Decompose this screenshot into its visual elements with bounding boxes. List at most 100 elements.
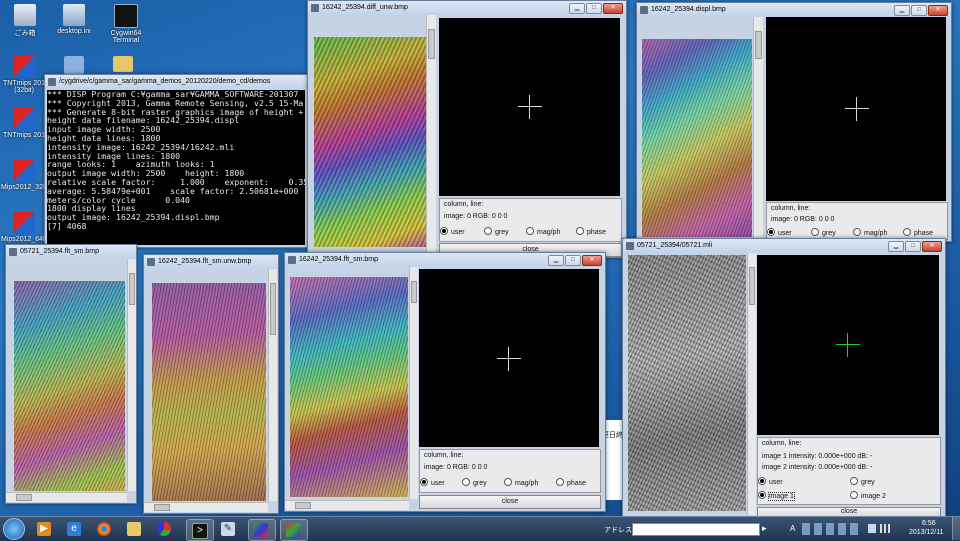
- desktop-icon-label: desktop.ini: [57, 28, 91, 35]
- flt-sm-unw-title-bar[interactable]: 16242_25394.flt_sm.unw.bmp: [144, 255, 278, 269]
- flt-sm-1-window[interactable]: 05721_25394.flt_sm.bmp: [5, 244, 137, 504]
- tray-icons[interactable]: [802, 523, 862, 535]
- minimize-button[interactable]: ▁: [888, 241, 904, 252]
- mli-image[interactable]: [628, 255, 746, 511]
- tntmips-64-icon[interactable]: TNTmips 201: [0, 108, 48, 139]
- flt-sm-1-vscrollbar[interactable]: [127, 259, 136, 491]
- desktop-ini-icon[interactable]: desktop.ini: [50, 4, 98, 35]
- mips2012-64-icon[interactable]: Mips2012_64b: [0, 212, 48, 243]
- terminal-icon: [114, 4, 138, 28]
- folder-icon[interactable]: [113, 56, 133, 72]
- radio-grey[interactable]: grey: [462, 478, 487, 487]
- network-icon[interactable]: [880, 524, 890, 533]
- displ-window[interactable]: 16242_25394.displ.bmp ▁ □ ✕ column, line: …: [636, 2, 952, 242]
- diff-unw-zoom-view[interactable]: [439, 18, 620, 196]
- radio-magph[interactable]: mag/ph: [853, 228, 887, 237]
- address-input[interactable]: [632, 523, 760, 536]
- show-desktop-button[interactable]: [952, 517, 960, 540]
- radio-phase[interactable]: phase: [576, 227, 606, 236]
- radio-image2[interactable]: image 2: [850, 491, 886, 500]
- radio-phase[interactable]: phase: [556, 478, 586, 487]
- radio-grey[interactable]: grey: [811, 228, 836, 237]
- close-window-button[interactable]: ✕: [582, 255, 602, 266]
- mli-title-bar[interactable]: 05721_25394/05721.mli ▁ □ ✕: [623, 239, 945, 253]
- displ-image[interactable]: [642, 39, 752, 237]
- cygwin-terminal-icon[interactable]: Cygwin64 Terminal: [102, 4, 150, 44]
- maximize-button[interactable]: □: [586, 3, 602, 14]
- radio-image1[interactable]: image 1: [758, 491, 795, 501]
- recycle-bin-icon[interactable]: ごみ箱: [1, 4, 49, 38]
- displ-zoom-view[interactable]: [766, 17, 946, 201]
- crosshair-icon: [836, 333, 860, 357]
- taskbar-chrome[interactable]: [92, 519, 118, 539]
- ime-indicator[interactable]: A: [790, 524, 795, 533]
- flt-sm-2-zoom-view[interactable]: [419, 269, 599, 447]
- maximize-button[interactable]: □: [911, 5, 927, 16]
- radio-user[interactable]: user: [758, 477, 783, 486]
- flt-sm-1-image[interactable]: [14, 281, 125, 491]
- minimize-button[interactable]: ▁: [569, 3, 585, 14]
- taskbar-app-pie[interactable]: [152, 519, 178, 539]
- taskbar-editor[interactable]: ✎: [216, 519, 242, 539]
- mli-info-panel: column, line: image 1 intensity: 0.000e+…: [757, 437, 941, 505]
- flt-sm-1-title: 05721_25394.flt_sm.bmp: [20, 248, 99, 255]
- mli-vscrollbar[interactable]: [747, 253, 756, 515]
- taskbar-ie[interactable]: e: [62, 519, 88, 539]
- address-go-icon[interactable]: ▸: [762, 523, 772, 534]
- terminal-output[interactable]: *** DISP Program C:¥gamma_sar¥GAMMA_SOFT…: [47, 90, 305, 245]
- taskbar-cygwin[interactable]: >: [186, 519, 214, 541]
- taskbar-media-player[interactable]: ▶: [32, 519, 58, 539]
- flt-sm-2-title-bar[interactable]: 16242_25394.flt_sm.bmp ▁ □ ✕: [285, 253, 605, 267]
- radio-magph[interactable]: mag/ph: [504, 478, 538, 487]
- radio-magph[interactable]: mag/ph: [526, 227, 560, 236]
- start-button[interactable]: [3, 518, 25, 540]
- flt-sm-2-vscrollbar[interactable]: [409, 267, 418, 499]
- flt-sm-unw-hscrollbar[interactable]: [144, 502, 268, 512]
- maximize-button[interactable]: □: [565, 255, 581, 266]
- radio-phase[interactable]: phase: [903, 228, 933, 237]
- minimize-button[interactable]: ▁: [548, 255, 564, 266]
- taskbar-disp-2[interactable]: [280, 519, 308, 541]
- displ-title-bar[interactable]: 16242_25394.displ.bmp ▁ □ ✕: [637, 3, 951, 17]
- blue-app-icon[interactable]: [64, 56, 84, 74]
- flag-icon[interactable]: [868, 524, 876, 533]
- close-window-button[interactable]: ✕: [922, 241, 942, 252]
- mli-zoom-view[interactable]: [757, 255, 939, 435]
- cygwin-icon: [48, 78, 56, 86]
- diff-unw-window[interactable]: 16242_25394.diff_unw.bmp ▁ □ ✕ column, lin…: [307, 0, 627, 258]
- flt-sm-1-title-bar[interactable]: 05721_25394.flt_sm.bmp: [6, 245, 136, 259]
- mli-window[interactable]: 05721_25394/05721.mli ▁ □ ✕ column, line: …: [622, 238, 946, 518]
- terminal-window[interactable]: /cygdrive/c/gamma_sar/gamma_demos_201202…: [44, 74, 308, 248]
- taskbar-explorer[interactable]: [122, 519, 148, 539]
- clock-time[interactable]: 6:56: [922, 520, 936, 527]
- flt-sm-unw-image[interactable]: [152, 283, 266, 501]
- flt-sm-1-hscrollbar[interactable]: [6, 492, 127, 502]
- flt-sm-unw-window[interactable]: 16242_25394.flt_sm.unw.bmp: [143, 254, 279, 514]
- clock-date[interactable]: 2013/12/11: [909, 529, 944, 536]
- flt-sm-unw-vscrollbar[interactable]: [268, 269, 277, 501]
- flt-sm-2-window[interactable]: 16242_25394.flt_sm.bmp ▁ □ ✕ column, line:…: [284, 252, 606, 512]
- mips2012-32-icon[interactable]: Mips2012_32b: [0, 160, 48, 191]
- flt-sm-2-close-button[interactable]: close: [419, 495, 601, 509]
- maximize-button[interactable]: □: [905, 241, 921, 252]
- diff-unw-info-panel: column, line: image: 0 RGB: 0 0 0 user g…: [439, 198, 622, 242]
- tntmips-32-icon[interactable]: TNTmips 201 (32bit): [0, 56, 48, 94]
- radio-user[interactable]: user: [440, 227, 465, 236]
- displ-scrollbar[interactable]: [753, 17, 763, 239]
- diff-unw-title-bar[interactable]: 16242_25394.diff_unw.bmp ▁ □ ✕: [308, 1, 626, 15]
- radio-grey[interactable]: grey: [850, 477, 875, 486]
- close-window-button[interactable]: ✕: [603, 3, 623, 14]
- diff-unw-image[interactable]: [314, 37, 432, 247]
- taskbar-disp-1[interactable]: [248, 519, 276, 541]
- flt-sm-2-image[interactable]: [290, 277, 408, 497]
- close-window-button[interactable]: ✕: [928, 5, 948, 16]
- diff-unw-scrollbar[interactable]: [426, 15, 436, 255]
- radio-user[interactable]: user: [420, 478, 445, 487]
- flt-sm-2-hscrollbar[interactable]: [285, 500, 409, 510]
- minimize-button[interactable]: ▁: [894, 5, 910, 16]
- radio-grey[interactable]: grey: [484, 227, 509, 236]
- ie-icon: e: [67, 522, 81, 536]
- radio-user[interactable]: user: [767, 228, 792, 237]
- terminal-title-bar[interactable]: /cygdrive/c/gamma_sar/gamma_demos_201202…: [45, 75, 307, 89]
- terminal-title: /cygdrive/c/gamma_sar/gamma_demos_201202…: [59, 78, 271, 85]
